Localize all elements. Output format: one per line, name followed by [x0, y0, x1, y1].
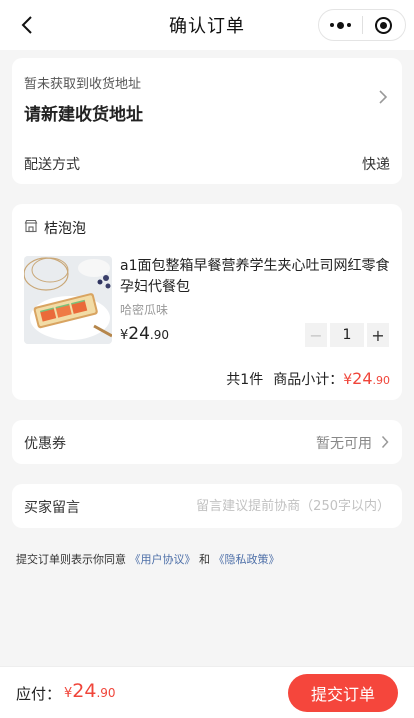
submit-order-button[interactable]: 提交订单 [288, 674, 398, 712]
product-photo [24, 256, 112, 344]
close-mini-program-button[interactable] [363, 10, 406, 40]
shipping-method-label: 配送方式 [24, 157, 80, 173]
item-count: 共1件 [226, 372, 264, 388]
buyer-message-row: 买家留言 [12, 484, 402, 528]
chevron-right-icon [381, 435, 389, 449]
price-decimal: .90 [149, 328, 170, 342]
product-image[interactable] [24, 256, 112, 344]
page-title: 确认订单 [169, 16, 245, 37]
bottom-pay-bar: 应付： ¥24.90 提交订单 [0, 666, 414, 718]
agreement-notice: 提交订单则表示你同意 《用户协议》 和 《隐私政策》 [16, 551, 280, 567]
payable-label: 应付： [16, 685, 62, 703]
order-subtotal: 共1件 商品小计： ¥24.90 [226, 369, 390, 389]
product-price: ¥24.90 [120, 324, 169, 344]
more-button[interactable] [319, 10, 362, 40]
agreement-prefix: 提交订单则表示你同意 [16, 553, 126, 566]
decrease-quantity-button[interactable]: − [305, 323, 327, 347]
mini-program-capsule [318, 9, 406, 41]
subtotal-integer: 24 [352, 369, 373, 388]
chevron-right-icon [379, 90, 388, 104]
product-title[interactable]: a1面包整箱早餐营养学生夹心吐司网红零食孕妇代餐包 [120, 256, 392, 298]
coupon-label: 优惠券 [24, 436, 66, 452]
payable-amount: ¥24.90 [64, 680, 116, 702]
user-agreement-link[interactable]: 《用户协议》 [130, 553, 196, 566]
subtotal-label: 商品小计： [273, 372, 344, 388]
privacy-policy-link[interactable]: 《隐私政策》 [214, 553, 280, 566]
shop-name[interactable]: 桔泡泡 [44, 218, 86, 238]
price-integer: 24 [128, 324, 150, 344]
subtotal-decimal: .90 [372, 374, 391, 387]
quantity-stepper: − 1 + [305, 323, 389, 347]
new-address-prompt[interactable]: 请新建收货地址 [24, 100, 143, 125]
subtotal-currency: ¥ [343, 372, 353, 388]
back-button[interactable] [14, 12, 40, 38]
address-hint: 暂未获取到收货地址 [24, 77, 142, 92]
buyer-message-input[interactable] [180, 494, 390, 518]
agreement-and: 和 [199, 553, 210, 566]
payable-decimal: .90 [96, 686, 116, 700]
chevron-left-icon [21, 16, 32, 34]
shop-card: 桔泡泡 a1面包整箱早餐营养学生夹心吐司网红零食孕妇代餐包 哈密瓜味 ¥24.9… [12, 204, 402, 400]
quantity-value[interactable]: 1 [330, 323, 364, 347]
payable-integer: 24 [72, 680, 97, 702]
buyer-message-label: 买家留言 [24, 500, 80, 516]
shipping-method-value: 快递 [362, 157, 390, 173]
coupon-row[interactable]: 优惠券 暂无可用 [12, 420, 402, 464]
address-card: 暂未获取到收货地址 请新建收货地址 配送方式 快递 [12, 58, 402, 184]
store-icon [24, 219, 38, 233]
increase-quantity-button[interactable]: + [367, 323, 389, 347]
product-spec: 哈密瓜味 [120, 303, 169, 317]
navigation-bar: 确认订单 [0, 0, 414, 50]
more-dots-icon [329, 21, 351, 29]
subtotal-amount: ¥24.90 [343, 369, 390, 388]
target-circle-icon [375, 16, 393, 34]
coupon-value: 暂无可用 [316, 436, 372, 452]
